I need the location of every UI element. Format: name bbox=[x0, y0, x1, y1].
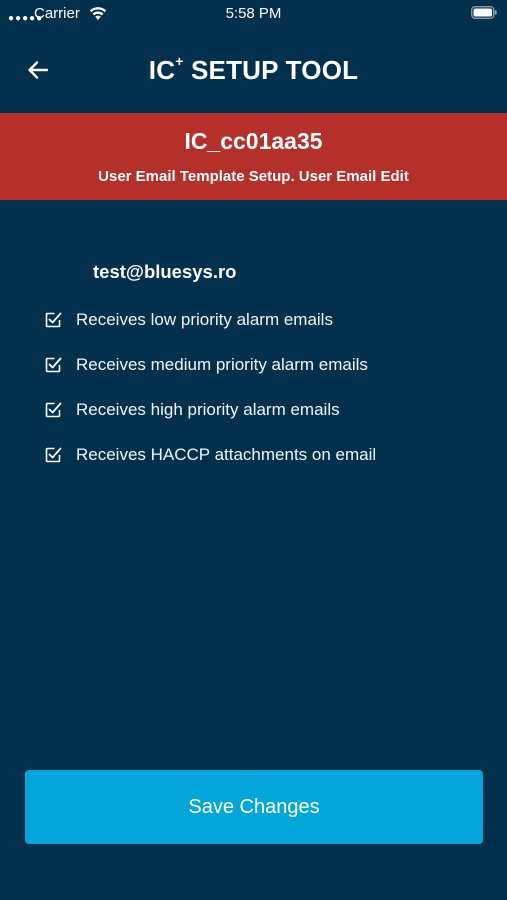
option-medium-priority[interactable]: Receives medium priority alarm emails bbox=[44, 352, 464, 378]
option-low-priority[interactable]: Receives low priority alarm emails bbox=[44, 307, 464, 333]
checkbox-checked-icon[interactable] bbox=[44, 311, 62, 329]
status-bar: ●●●●● Carrier 5:58 PM bbox=[0, 0, 507, 28]
option-label: Receives low priority alarm emails bbox=[76, 310, 333, 329]
option-label: Receives HACCP attachments on email bbox=[76, 445, 377, 464]
page-title: IC+ SETUP TOOL bbox=[0, 53, 507, 86]
save-changes-button[interactable]: Save Changes bbox=[25, 770, 483, 844]
option-haccp-attachments[interactable]: Receives HACCP attachments on email bbox=[44, 442, 464, 468]
device-banner: IC_cc01aa35 User Email Template Setup. U… bbox=[0, 113, 507, 200]
checkbox-checked-icon[interactable] bbox=[44, 401, 62, 419]
option-high-priority[interactable]: Receives high priority alarm emails bbox=[44, 397, 464, 423]
checkbox-checked-icon[interactable] bbox=[44, 446, 62, 464]
banner-subtitle: User Email Template Setup. User Email Ed… bbox=[98, 168, 409, 185]
option-label: Receives medium priority alarm emails bbox=[76, 355, 368, 374]
device-id: IC_cc01aa35 bbox=[184, 128, 323, 154]
page-title-rest: SETUP TOOL bbox=[183, 55, 359, 85]
nav-bar: IC+ SETUP TOOL bbox=[0, 28, 507, 112]
checkbox-checked-icon[interactable] bbox=[44, 356, 62, 374]
user-email: test@bluesys.ro bbox=[93, 261, 237, 282]
page-title-main: IC bbox=[148, 55, 176, 85]
clock: 5:58 PM bbox=[225, 5, 282, 22]
option-label: Receives high priority alarm emails bbox=[76, 400, 340, 419]
page-title-plus: + bbox=[175, 53, 184, 69]
battery-icon bbox=[471, 6, 497, 19]
